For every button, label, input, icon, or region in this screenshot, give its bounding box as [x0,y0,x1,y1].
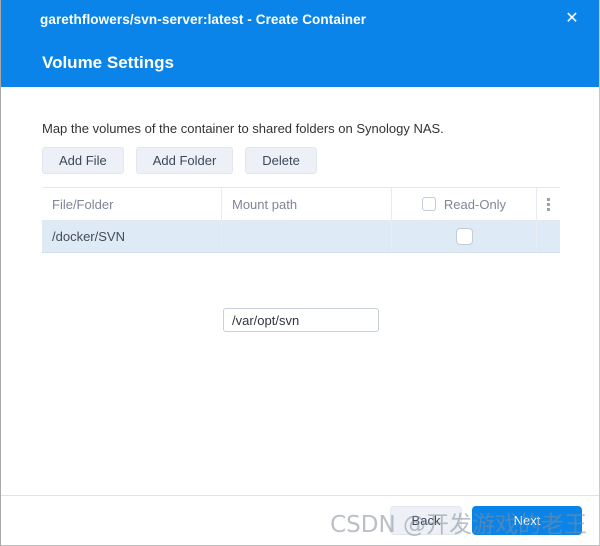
cell-read-only [392,221,537,252]
back-button[interactable]: Back [390,506,462,535]
next-button[interactable]: Next [472,506,582,535]
column-header-mount-path[interactable]: Mount path [222,188,392,220]
description-text: Map the volumes of the container to shar… [42,121,444,136]
add-file-button[interactable]: Add File [42,147,124,174]
delete-button[interactable]: Delete [245,147,317,174]
dialog-footer: Back Next CSDN @开发游戏的老王 [1,495,599,545]
mount-path-input[interactable] [223,308,379,332]
dialog-titlebar: garethflowers/svn-server:latest - Create… [1,0,599,39]
close-icon[interactable]: ✕ [559,6,585,32]
vertical-dots-icon [547,197,550,211]
table-header-row: File/Folder Mount path Read-Only [42,188,560,221]
column-header-read-only-label: Read-Only [443,196,507,212]
column-header-file-folder[interactable]: File/Folder [42,188,222,220]
cell-mount-path[interactable] [222,221,392,252]
dialog-body: Map the volumes of the container to shar… [1,87,599,495]
page-title: Volume Settings [42,53,174,72]
add-folder-button[interactable]: Add Folder [135,147,234,174]
footer-buttons: Back Next [390,506,582,535]
cell-row-menu [537,221,560,252]
section-header: Volume Settings [1,39,599,87]
volume-toolbar: Add File Add Folder Delete [42,147,317,174]
row-read-only-checkbox[interactable] [455,228,473,245]
table-row[interactable]: /docker/SVN [42,221,560,253]
volumes-table: File/Folder Mount path Read-Only /docker… [42,187,560,253]
dialog-title: garethflowers/svn-server:latest - Create… [40,12,367,27]
table-menu-button[interactable] [537,188,560,220]
cell-file-folder[interactable]: /docker/SVN [42,221,222,252]
read-only-select-all-checkbox[interactable] [421,197,436,211]
create-container-dialog: garethflowers/svn-server:latest - Create… [0,0,600,546]
column-header-read-only[interactable]: Read-Only [392,188,537,220]
